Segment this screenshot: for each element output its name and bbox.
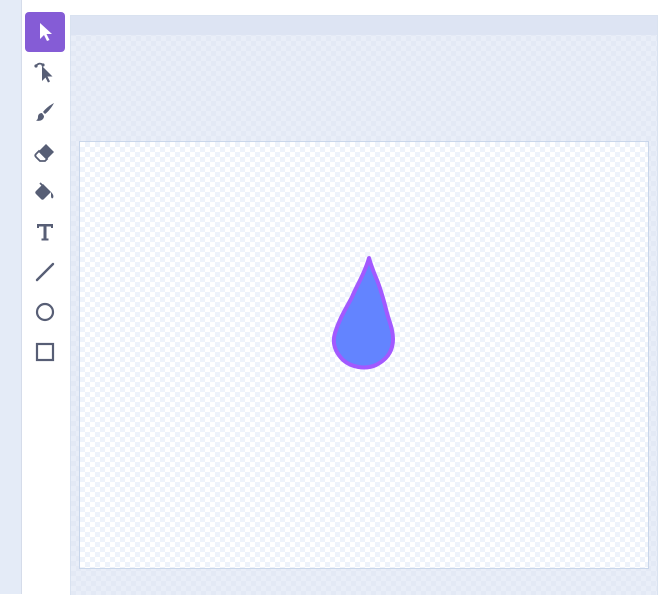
eraser-tool-button[interactable]: [25, 132, 65, 172]
reshape-tool-button[interactable]: [25, 52, 65, 92]
circle-tool-button[interactable]: [25, 292, 65, 332]
horizontal-scrollbar[interactable]: [71, 16, 657, 35]
select-tool-button[interactable]: [25, 12, 65, 52]
circle-icon: [35, 302, 55, 322]
eraser-icon: [34, 144, 54, 162]
text-icon: [37, 224, 53, 241]
brush-icon: [36, 103, 54, 121]
line-tool-button[interactable]: [25, 252, 65, 292]
brush-tool-button[interactable]: [25, 92, 65, 132]
arrow-pointer-icon: [40, 23, 52, 41]
left-panel-edge: [0, 0, 22, 594]
rectangle-icon: [35, 342, 55, 362]
text-tool-button[interactable]: [25, 212, 65, 252]
reshape-pointer-icon: [34, 62, 53, 83]
artboard[interactable]: [79, 141, 649, 569]
paint-toolbar: [22, 12, 68, 372]
rectangle-tool-button[interactable]: [25, 332, 65, 372]
fill-tool-button[interactable]: [25, 172, 65, 212]
paint-bucket-icon: [35, 182, 54, 200]
water-drop-shape[interactable]: [331, 255, 401, 375]
line-icon: [35, 262, 55, 282]
paint-canvas-area[interactable]: [70, 15, 658, 595]
